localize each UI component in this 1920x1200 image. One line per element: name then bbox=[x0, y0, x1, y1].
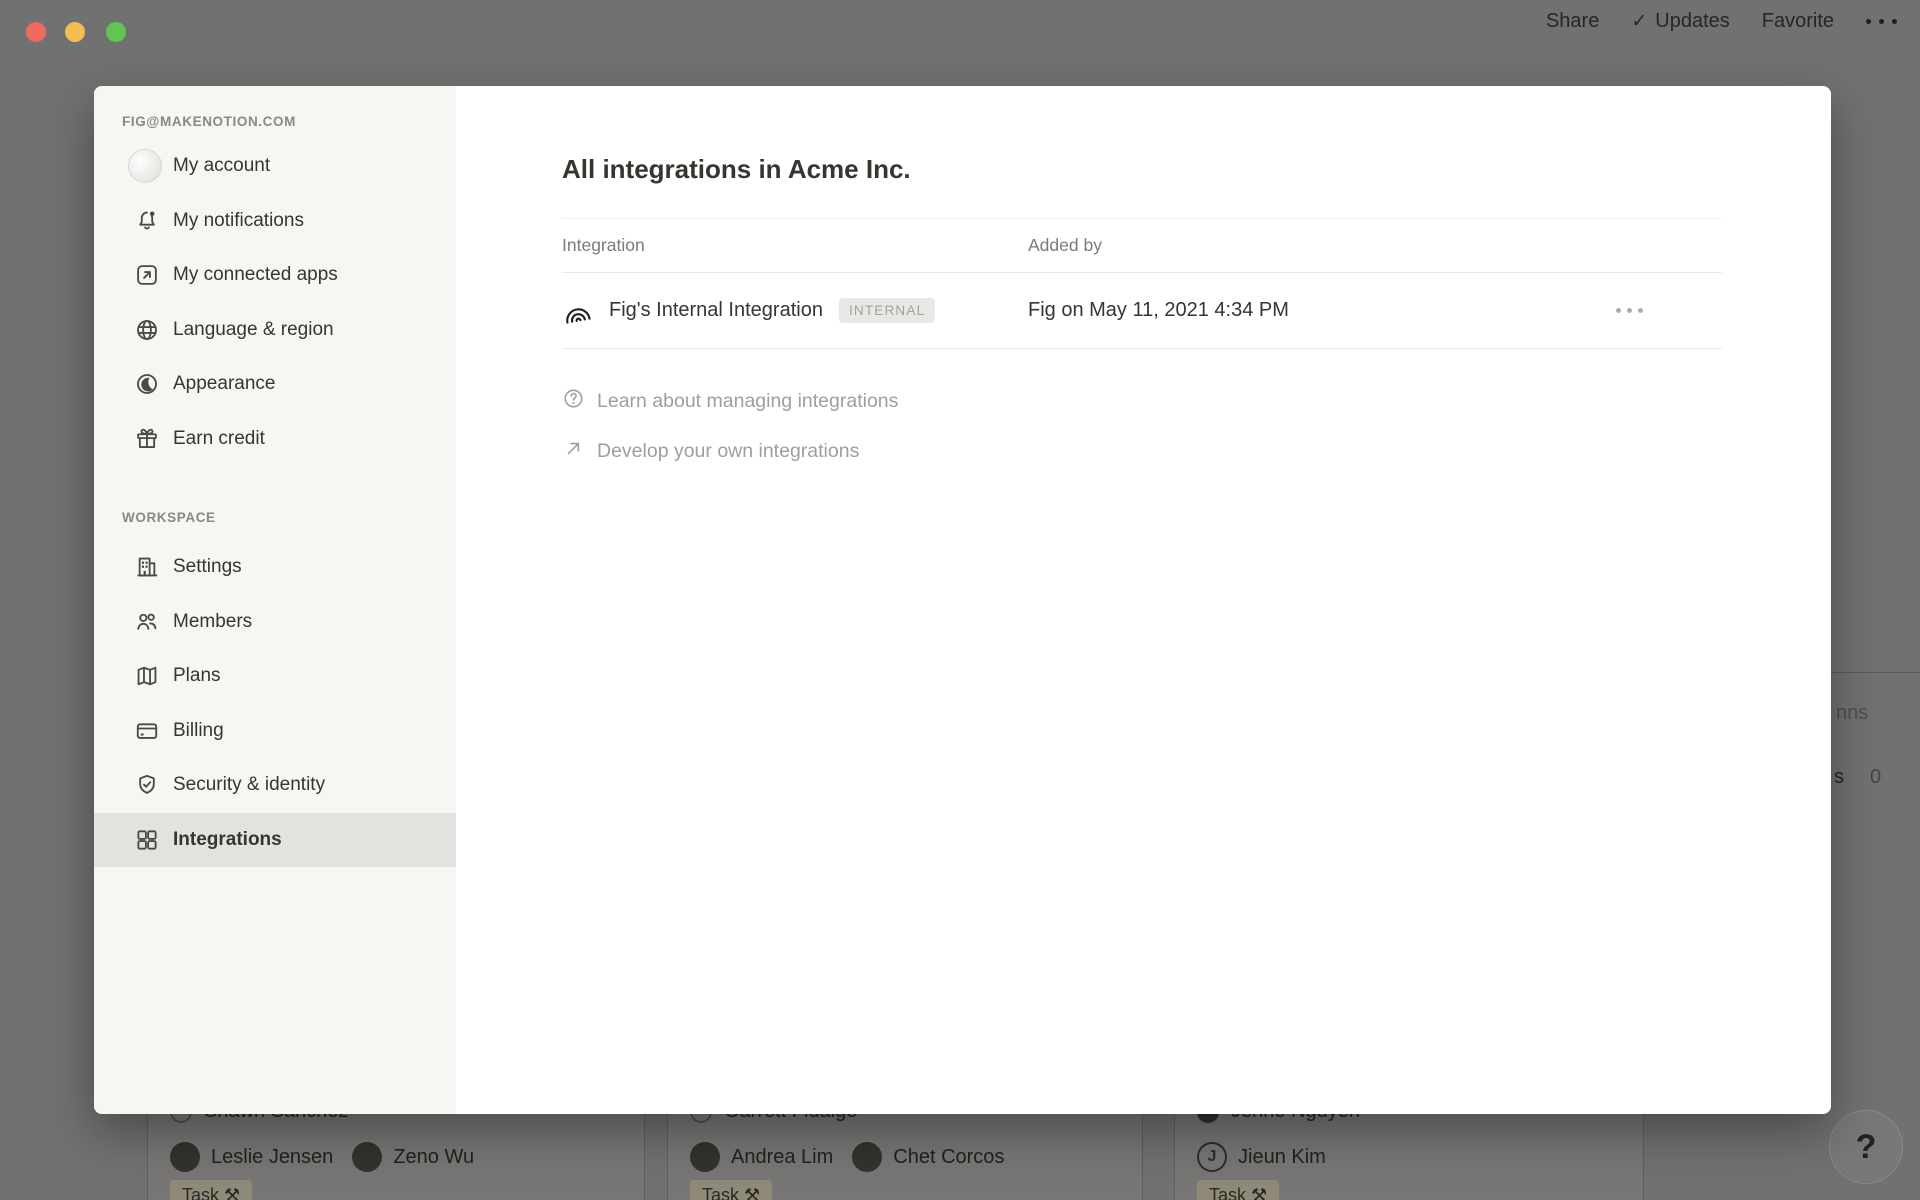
sidebar-item-label: My connected apps bbox=[173, 264, 338, 286]
card-members-row: Leslie Jensen Zeno Wu bbox=[170, 1142, 482, 1172]
bell-icon bbox=[134, 208, 160, 234]
sidebar-item-label: Earn credit bbox=[173, 428, 265, 450]
close-window-button[interactable] bbox=[26, 22, 46, 42]
sidebar-item-label: Security & identity bbox=[173, 774, 325, 796]
sidebar-item-my-notifications[interactable]: My notifications bbox=[94, 194, 456, 249]
settings-sidebar: FIG@MAKENOTION.COM My account My notific… bbox=[94, 86, 456, 1114]
moon-icon bbox=[134, 371, 160, 397]
settings-modal: FIG@MAKENOTION.COM My account My notific… bbox=[94, 86, 1831, 1114]
task-tag: Task ⚒ bbox=[690, 1180, 772, 1200]
globe-icon bbox=[134, 317, 160, 343]
arrow-up-right-box-icon bbox=[134, 262, 160, 288]
person-name: Zeno Wu bbox=[393, 1146, 474, 1169]
sidebar-item-appearance[interactable]: Appearance bbox=[94, 357, 456, 412]
link-label: Develop your own integrations bbox=[597, 440, 859, 463]
sidebar-item-language-region[interactable]: Language & region bbox=[94, 303, 456, 358]
background-text-fragment: nns bbox=[1836, 702, 1868, 725]
check-icon: ✓ bbox=[1631, 10, 1647, 33]
sidebar-item-label: My account bbox=[173, 155, 270, 177]
app-window: Share ✓ Updates Favorite nns s 0 Shawn S… bbox=[0, 0, 1920, 1200]
card-members-row: Andrea Lim Chet Corcos bbox=[690, 1142, 1012, 1172]
background-count-fragment: 0 bbox=[1870, 766, 1881, 789]
members-icon bbox=[134, 609, 160, 635]
share-label: Share bbox=[1546, 10, 1599, 33]
minimize-window-button[interactable] bbox=[65, 22, 85, 42]
person-name: Andrea Lim bbox=[731, 1146, 833, 1169]
background-panel-border bbox=[1831, 672, 1920, 673]
internal-badge: INTERNAL bbox=[839, 298, 935, 323]
help-links: Learn about managing integrations Develo… bbox=[562, 387, 1722, 467]
task-tag: Task ⚒ bbox=[170, 1180, 252, 1200]
table-header: Integration Added by bbox=[562, 218, 1722, 273]
column-header-added-by: Added by bbox=[1028, 235, 1102, 256]
share-button[interactable]: Share bbox=[1546, 10, 1599, 33]
sidebar-item-label: Appearance bbox=[173, 373, 275, 395]
page-title: All integrations in Acme Inc. bbox=[562, 86, 1722, 185]
sidebar-item-plans[interactable]: Plans bbox=[94, 649, 456, 704]
updates-label: Updates bbox=[1655, 10, 1730, 33]
more-options-button[interactable] bbox=[1866, 19, 1897, 24]
develop-integrations-link[interactable]: Develop your own integrations bbox=[562, 437, 1722, 467]
row-options-button[interactable] bbox=[1616, 308, 1643, 313]
sidebar-item-label: Integrations bbox=[173, 829, 282, 851]
added-by-value: Fig on May 11, 2021 4:34 PM bbox=[1028, 299, 1289, 322]
sidebar-item-my-account[interactable]: My account bbox=[94, 139, 456, 194]
column-header-integration: Integration bbox=[562, 235, 645, 256]
arrow-up-right-icon bbox=[562, 437, 585, 466]
link-label: Learn about managing integrations bbox=[597, 390, 898, 413]
sidebar-item-label: Members bbox=[173, 611, 252, 633]
sidebar-item-earn-credit[interactable]: Earn credit bbox=[94, 412, 456, 467]
avatar bbox=[170, 1142, 200, 1172]
table-row[interactable]: Fig's Internal Integration INTERNAL Fig … bbox=[562, 273, 1722, 349]
person-name: Jieun Kim bbox=[1238, 1146, 1326, 1169]
sidebar-item-settings[interactable]: Settings bbox=[94, 540, 456, 595]
fig-arches-logo-icon bbox=[562, 295, 592, 325]
sidebar-item-members[interactable]: Members bbox=[94, 595, 456, 650]
topbar-actions: Share ✓ Updates Favorite bbox=[1546, 10, 1897, 33]
sidebar-item-label: Settings bbox=[173, 556, 242, 578]
person-name: Leslie Jensen bbox=[211, 1146, 333, 1169]
learn-managing-integrations-link[interactable]: Learn about managing integrations bbox=[562, 387, 1722, 417]
background-text-fragment: s bbox=[1834, 766, 1844, 789]
credit-card-icon bbox=[134, 718, 160, 744]
sidebar-item-label: Plans bbox=[173, 665, 221, 687]
avatar-initial: J bbox=[1197, 1142, 1227, 1172]
workspace-section-header: WORKSPACE bbox=[122, 506, 456, 530]
map-icon bbox=[134, 663, 160, 689]
updates-button[interactable]: ✓ Updates bbox=[1631, 10, 1729, 33]
avatar bbox=[852, 1142, 882, 1172]
help-button[interactable]: ? bbox=[1829, 1110, 1903, 1184]
account-email-header: FIG@MAKENOTION.COM bbox=[122, 114, 456, 129]
integrations-panel: All integrations in Acme Inc. Integratio… bbox=[456, 86, 1831, 1114]
favorite-button[interactable]: Favorite bbox=[1762, 10, 1834, 33]
shield-check-icon bbox=[134, 772, 160, 798]
building-icon bbox=[134, 554, 160, 580]
person-name: Chet Corcos bbox=[893, 1146, 1004, 1169]
zoom-window-button[interactable] bbox=[106, 22, 126, 42]
favorite-label: Favorite bbox=[1762, 10, 1834, 33]
sidebar-item-label: Billing bbox=[173, 720, 224, 742]
question-circle-icon bbox=[562, 387, 585, 416]
sidebar-item-my-connected-apps[interactable]: My connected apps bbox=[94, 248, 456, 303]
avatar bbox=[352, 1142, 382, 1172]
task-tag: Task ⚒ bbox=[1197, 1180, 1279, 1200]
sidebar-item-billing[interactable]: Billing bbox=[94, 704, 456, 759]
sidebar-item-label: My notifications bbox=[173, 210, 304, 232]
user-avatar bbox=[128, 149, 162, 183]
card-members-row: J Jieun Kim bbox=[1197, 1142, 1334, 1172]
integration-name: Fig's Internal Integration bbox=[609, 299, 823, 322]
avatar bbox=[690, 1142, 720, 1172]
sidebar-item-integrations[interactable]: Integrations bbox=[94, 813, 456, 868]
sidebar-item-label: Language & region bbox=[173, 319, 334, 341]
grid-icon bbox=[134, 827, 160, 853]
gift-icon bbox=[134, 426, 160, 452]
sidebar-item-security-identity[interactable]: Security & identity bbox=[94, 758, 456, 813]
